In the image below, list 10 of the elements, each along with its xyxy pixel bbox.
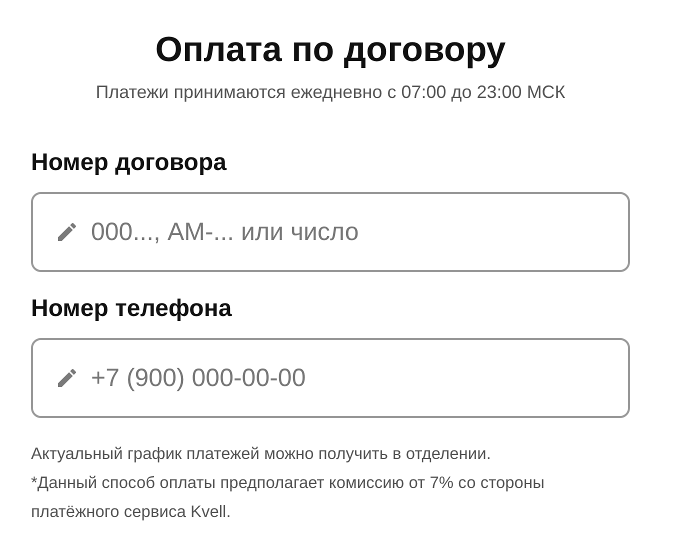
note-text: *Данный способ оплаты предполагает комиссию от 7% со стороны платёжного сервиса Kvell.: [31, 473, 546, 523]
input-field[interactable]: +7 (900) 000-00-00: [31, 338, 630, 418]
field-label: Номер договора: [31, 148, 228, 178]
field-label: Номер телефона: [31, 294, 233, 324]
pencil-icon: [55, 220, 79, 244]
pencil-icon: [55, 366, 79, 390]
schedule-subtitle: Платежи принимаются ежедневно с 07:00 до 23:00 МСК: [94, 81, 566, 104]
note-text: Актуальный график платежей можно получить в отделении.: [31, 444, 492, 465]
input-field[interactable]: 000..., АМ-... или число: [31, 192, 630, 272]
page-title: Оплата по договору: [154, 29, 507, 71]
